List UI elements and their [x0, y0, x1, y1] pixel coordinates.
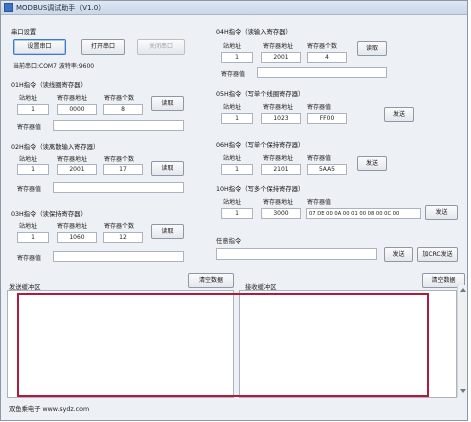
cmd06-send-button[interactable]: 发送: [357, 156, 387, 171]
cmd04-addr-input[interactable]: 1: [221, 52, 253, 63]
set-serial-button[interactable]: 设置串口: [13, 39, 66, 55]
highlight-frame: [17, 293, 429, 397]
cmd06-value-label: 寄存器值: [307, 155, 332, 162]
cmd03-value-label: 寄存器值: [17, 255, 42, 262]
cmd06-value-input[interactable]: 5AA5: [307, 164, 347, 175]
cmd05-send-button[interactable]: 发送: [384, 107, 414, 122]
cmd02-count-label: 寄存器个数: [104, 156, 135, 163]
cmd10-addr-label: 站地址: [223, 199, 242, 206]
cmd06-title: 06H指令（写单个保持寄存器）: [216, 142, 305, 149]
cmd02-read-button[interactable]: 读取: [151, 161, 184, 176]
cmd02-value-field[interactable]: [53, 182, 184, 193]
title-bar: MODBUS调试助手（V1.0）: [1, 1, 467, 15]
cmd01-reg-addr-label: 寄存器地址: [57, 95, 88, 102]
cmd04-count-label: 寄存器个数: [307, 43, 338, 50]
cmd10-reg-addr-input[interactable]: 3000: [261, 208, 301, 219]
app-window: MODBUS调试助手（V1.0） 串口设置 设置串口 打开串口 关闭串口 当前串…: [0, 0, 468, 421]
cmd02-value-label: 寄存器值: [17, 186, 42, 193]
close-serial-button[interactable]: 关闭串口: [137, 39, 185, 55]
custom-cmd-label: 任意指令: [216, 238, 242, 245]
cmd02-reg-addr-input[interactable]: 2001: [57, 164, 97, 175]
cmd03-reg-addr-label: 寄存器地址: [57, 223, 88, 230]
cmd01-count-input[interactable]: 8: [103, 104, 143, 115]
custom-cmd-input[interactable]: [216, 248, 377, 260]
cmd01-reg-addr-input[interactable]: 0000: [57, 104, 97, 115]
custom-send-button[interactable]: 发送: [384, 247, 413, 262]
cmd10-title: 10H指令（写多个保持寄存器）: [216, 186, 305, 193]
cmd04-reg-addr-input[interactable]: 2001: [261, 52, 301, 63]
cmd04-count-input[interactable]: 4: [307, 52, 347, 63]
cmd04-value-label: 寄存器值: [221, 71, 246, 78]
cmd06-addr-label: 站地址: [223, 155, 242, 162]
footer-text: 双鱼乘电子 www.sydz.com: [9, 406, 90, 413]
cmd05-title: 05H指令（写单个线圈寄存器）: [216, 91, 305, 98]
cmd03-value-field[interactable]: [53, 251, 184, 262]
cmd03-count-label: 寄存器个数: [104, 223, 135, 230]
scroll-down-icon[interactable]: [460, 389, 466, 393]
cmd10-reg-addr-label: 寄存器地址: [263, 199, 294, 206]
cmd05-addr-input[interactable]: 1: [221, 113, 253, 124]
cmd04-title: 04H指令（读输入寄存器）: [216, 29, 292, 36]
cmd10-addr-input[interactable]: 1: [221, 208, 253, 219]
cmd10-value-label: 寄存器值: [307, 199, 332, 206]
cmd01-read-button[interactable]: 读取: [151, 96, 184, 111]
cmd05-reg-addr-label: 寄存器地址: [263, 104, 294, 111]
cmd04-read-button[interactable]: 读取: [357, 41, 387, 56]
cmd05-addr-label: 站地址: [223, 104, 242, 111]
cmd05-value-input[interactable]: FF00: [307, 113, 347, 124]
cmd04-addr-label: 站地址: [223, 43, 242, 50]
cmd05-reg-addr-input[interactable]: 1023: [261, 113, 301, 124]
cmd01-value-label: 寄存器值: [17, 124, 42, 131]
cmd06-addr-input[interactable]: 1: [221, 164, 253, 175]
cmd06-reg-addr-label: 寄存器地址: [263, 155, 294, 162]
cmd01-title: 01H指令（读线圈寄存器）: [11, 82, 87, 89]
app-icon: [4, 3, 13, 12]
cmd02-addr-label: 站地址: [19, 156, 38, 163]
cmd10-send-button[interactable]: 发送: [425, 205, 458, 220]
serial-group-label: 串口设置: [11, 29, 37, 36]
send-clear-button[interactable]: 清空数据: [188, 273, 234, 288]
cmd03-reg-addr-input[interactable]: 1060: [57, 232, 97, 243]
cmd03-count-input[interactable]: 12: [103, 232, 143, 243]
cmd02-reg-addr-label: 寄存器地址: [57, 156, 88, 163]
cmd02-title: 02H指令（读离散输入寄存器）: [11, 144, 100, 151]
cmd04-reg-addr-label: 寄存器地址: [263, 43, 294, 50]
recv-scrollbar[interactable]: [457, 285, 467, 397]
serial-status: 当前串口:COM7 波特率:9600: [13, 63, 95, 70]
cmd04-value-field[interactable]: [257, 67, 387, 78]
cmd05-value-label: 寄存器值: [307, 104, 332, 111]
cmd01-value-field[interactable]: [53, 120, 184, 131]
cmd03-addr-input[interactable]: 1: [17, 232, 49, 243]
scroll-up-icon[interactable]: [460, 288, 466, 292]
crc-send-button[interactable]: 加CRC发送: [417, 247, 458, 262]
cmd03-addr-label: 站地址: [19, 223, 38, 230]
cmd03-title: 03H指令（读保持寄存器）: [11, 211, 87, 218]
cmd01-addr-input[interactable]: 1: [17, 104, 49, 115]
cmd06-reg-addr-input[interactable]: 2101: [261, 164, 301, 175]
cmd03-read-button[interactable]: 读取: [151, 224, 184, 239]
open-serial-button[interactable]: 打开串口: [81, 39, 125, 55]
cmd01-count-label: 寄存器个数: [104, 95, 135, 102]
window-title: MODBUS调试助手（V1.0）: [16, 4, 106, 12]
cmd10-value-input[interactable]: 07 DE 00 0A 00 01 00 08 00 0C 00: [306, 208, 421, 219]
cmd02-count-input[interactable]: 17: [103, 164, 143, 175]
cmd01-addr-label: 站地址: [19, 95, 38, 102]
cmd02-addr-input[interactable]: 1: [17, 164, 49, 175]
